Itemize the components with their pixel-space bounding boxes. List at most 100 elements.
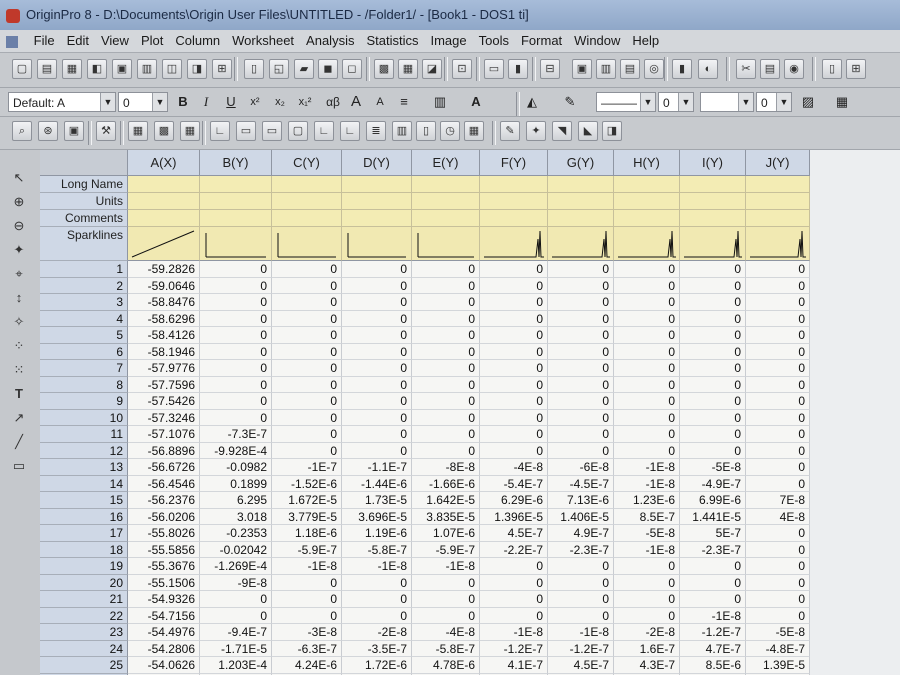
data-cell[interactable]: -1E-8 bbox=[342, 558, 412, 575]
data-cell[interactable]: 0 bbox=[342, 343, 412, 360]
worksheet-tool-4-icon[interactable]: ⚒ bbox=[96, 121, 116, 141]
data-cell[interactable]: 0 bbox=[614, 607, 680, 624]
data-cell[interactable]: -1E-8 bbox=[480, 624, 548, 641]
data-cell[interactable]: 0 bbox=[412, 343, 480, 360]
data-cell[interactable]: 0 bbox=[412, 409, 480, 426]
data-cell[interactable]: 0 bbox=[548, 294, 614, 311]
screen-reader-icon[interactable]: ⌖ bbox=[8, 264, 30, 284]
data-cell[interactable]: -2.3E-7 bbox=[680, 541, 746, 558]
data-cell[interactable]: -4E-8 bbox=[480, 459, 548, 476]
comments-cell[interactable] bbox=[680, 210, 746, 227]
data-cell[interactable]: -4.8E-7 bbox=[746, 640, 810, 657]
data-cell[interactable]: 3.696E-5 bbox=[342, 508, 412, 525]
data-cell[interactable]: 0 bbox=[342, 261, 412, 278]
standard-tool-16-icon[interactable]: ▦ bbox=[398, 59, 418, 79]
data-cell[interactable]: 0 bbox=[412, 442, 480, 459]
data-cell[interactable]: 0 bbox=[272, 393, 342, 410]
data-cell[interactable]: -6.3E-7 bbox=[272, 640, 342, 657]
data-cell[interactable]: 0 bbox=[614, 558, 680, 575]
data-cell[interactable]: 0.1899 bbox=[200, 475, 272, 492]
data-cell[interactable]: -56.0206 bbox=[128, 508, 200, 525]
long-name-cell[interactable] bbox=[200, 176, 272, 193]
sparkline-ey[interactable] bbox=[412, 227, 480, 261]
data-cell[interactable]: -4.5E-7 bbox=[548, 475, 614, 492]
data-cell[interactable]: -1.44E-6 bbox=[342, 475, 412, 492]
worksheet-tool-23-icon[interactable]: ◨ bbox=[602, 121, 622, 141]
data-cell[interactable]: -57.5426 bbox=[128, 393, 200, 410]
data-cell[interactable]: 0 bbox=[548, 261, 614, 278]
units-cell[interactable] bbox=[342, 193, 412, 210]
data-cell[interactable]: -8E-8 bbox=[412, 459, 480, 476]
menu-view[interactable]: View bbox=[95, 30, 135, 52]
units-cell[interactable] bbox=[272, 193, 342, 210]
data-cell[interactable]: 4.5E-7 bbox=[480, 525, 548, 542]
sparkline-by[interactable] bbox=[200, 227, 272, 261]
menu-analysis[interactable]: Analysis bbox=[300, 30, 360, 52]
row-header-24[interactable]: 24 bbox=[40, 640, 128, 657]
column-format-icon[interactable]: ▥ bbox=[430, 92, 450, 112]
data-cell[interactable]: -57.7596 bbox=[128, 376, 200, 393]
data-cell[interactable]: 0 bbox=[548, 360, 614, 377]
data-cell[interactable]: -2E-8 bbox=[342, 624, 412, 641]
worksheet-tool-12-icon[interactable]: ∟ bbox=[314, 121, 334, 141]
data-cell[interactable]: 0 bbox=[680, 261, 746, 278]
standard-tool-9-icon[interactable]: ⊞ bbox=[212, 59, 232, 79]
row-label-long-name[interactable]: Long Name bbox=[40, 176, 128, 193]
data-cell[interactable]: 0 bbox=[746, 376, 810, 393]
data-cell[interactable]: 0 bbox=[272, 327, 342, 344]
units-cell[interactable] bbox=[680, 193, 746, 210]
data-cell[interactable]: 0 bbox=[480, 607, 548, 624]
row-header-21[interactable]: 21 bbox=[40, 591, 128, 608]
comments-cell[interactable] bbox=[614, 210, 680, 227]
data-cell[interactable]: 1.672E-5 bbox=[272, 492, 342, 509]
data-cell[interactable]: -1.2E-7 bbox=[680, 624, 746, 641]
sparkline-hy[interactable] bbox=[614, 227, 680, 261]
units-cell[interactable] bbox=[614, 193, 680, 210]
data-cell[interactable]: -58.8476 bbox=[128, 294, 200, 311]
units-cell[interactable] bbox=[548, 193, 614, 210]
data-cell[interactable]: 5E-7 bbox=[680, 525, 746, 542]
data-cell[interactable]: 0 bbox=[480, 393, 548, 410]
data-cell[interactable]: -0.2353 bbox=[200, 525, 272, 542]
data-cell[interactable]: -54.7156 bbox=[128, 607, 200, 624]
data-cell[interactable]: 7E-8 bbox=[746, 492, 810, 509]
data-cell[interactable]: -57.1076 bbox=[128, 426, 200, 443]
units-cell[interactable] bbox=[746, 193, 810, 210]
data-cell[interactable]: 6.295 bbox=[200, 492, 272, 509]
units-cell[interactable] bbox=[480, 193, 548, 210]
data-cell[interactable]: 0 bbox=[200, 327, 272, 344]
data-cell[interactable]: 0 bbox=[746, 310, 810, 327]
long-name-cell[interactable] bbox=[412, 176, 480, 193]
worksheet-tool-2-icon[interactable]: ⊛ bbox=[38, 121, 58, 141]
data-cell[interactable]: 4.78E-6 bbox=[412, 657, 480, 674]
data-cell[interactable]: 0 bbox=[412, 574, 480, 591]
supsub-button[interactable]: x₁² bbox=[295, 92, 315, 112]
data-cell[interactable]: -1.269E-4 bbox=[200, 558, 272, 575]
data-cell[interactable]: 0 bbox=[680, 591, 746, 608]
data-cell[interactable]: -1E-8 bbox=[614, 459, 680, 476]
row-header-5[interactable]: 5 bbox=[40, 327, 128, 344]
data-cell[interactable]: 0 bbox=[746, 442, 810, 459]
data-cell[interactable]: 0 bbox=[342, 591, 412, 608]
standard-tool-30-icon[interactable]: ◉ bbox=[784, 59, 804, 79]
data-cell[interactable]: 0 bbox=[680, 409, 746, 426]
data-cell[interactable]: 0 bbox=[548, 277, 614, 294]
data-cell[interactable]: -9.928E-4 bbox=[200, 442, 272, 459]
italic-button[interactable]: I bbox=[196, 92, 216, 112]
pointer-icon[interactable]: ↖ bbox=[8, 168, 30, 188]
menu-help[interactable]: Help bbox=[626, 30, 665, 52]
comments-cell[interactable] bbox=[412, 210, 480, 227]
worksheet-tool-15-icon[interactable]: ▥ bbox=[392, 121, 412, 141]
standard-tool-19-icon[interactable]: ▭ bbox=[484, 59, 504, 79]
data-cell[interactable]: 7.13E-6 bbox=[548, 492, 614, 509]
comments-cell[interactable] bbox=[128, 210, 200, 227]
data-cell[interactable]: 0 bbox=[412, 360, 480, 377]
font-combo[interactable]: Default: A ▼ bbox=[8, 92, 116, 112]
row-header-3[interactable]: 3 bbox=[40, 294, 128, 311]
data-cell[interactable]: -1.52E-6 bbox=[272, 475, 342, 492]
data-cell[interactable]: -57.3246 bbox=[128, 409, 200, 426]
data-cell[interactable]: 0 bbox=[548, 591, 614, 608]
row-header-2[interactable]: 2 bbox=[40, 277, 128, 294]
standard-tool-2-icon[interactable]: ▤ bbox=[37, 59, 57, 79]
data-cell[interactable]: -2.2E-7 bbox=[480, 541, 548, 558]
